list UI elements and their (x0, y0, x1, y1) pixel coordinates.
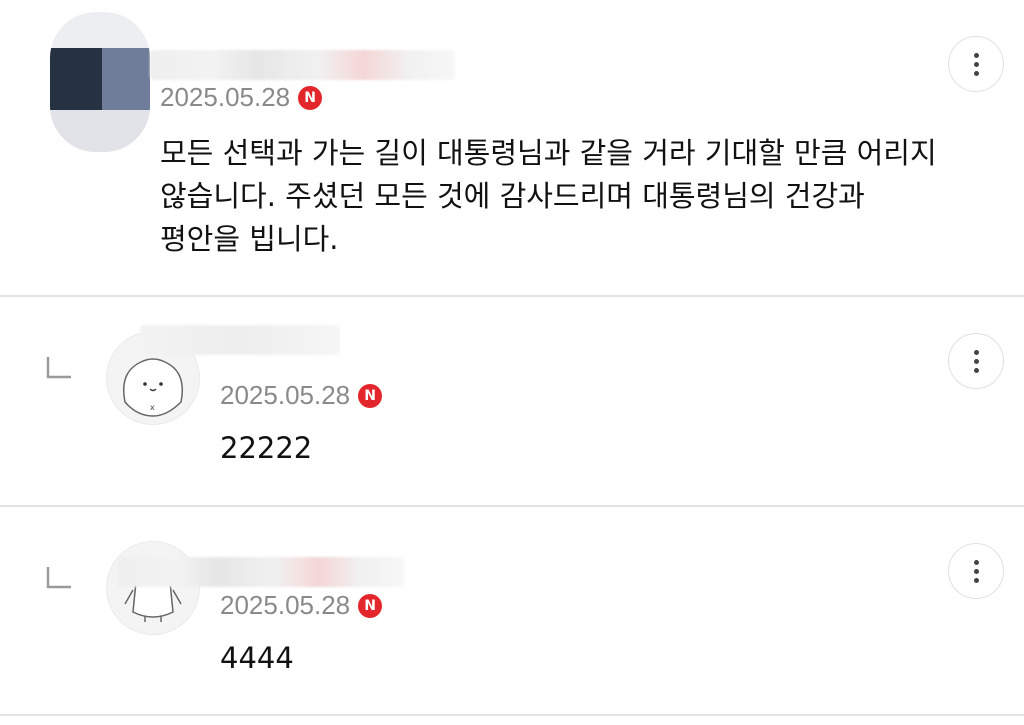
comment-line: 않습니다. 주셨던 모든 것에 감사드리며 대통령님의 건강과 (160, 179, 865, 213)
date-text: 2025.05.28 (220, 380, 351, 410)
comment-date: 2025.05.28 N (220, 590, 383, 621)
date-text: 2025.05.28 (220, 590, 351, 620)
more-options-button[interactable] (948, 543, 1004, 599)
reply-arrow-icon (46, 567, 71, 589)
comment-text: 4444 (220, 637, 294, 680)
comment-line: 22222 (220, 431, 313, 465)
reply-comment-item: x 2025.05.28 N 22222 (0, 297, 1024, 505)
new-badge-icon: N (358, 593, 383, 618)
comment-text: 22222 (220, 427, 312, 470)
reply-arrow-icon (46, 357, 71, 379)
more-vertical-icon (973, 349, 979, 355)
comment-line: 모든 선택과 가는 길이 대통령님과 같을 거라 기대할 만큼 어리지 (160, 136, 937, 170)
avatar[interactable] (50, 12, 150, 152)
more-vertical-icon (973, 52, 979, 58)
divider (0, 714, 1024, 716)
svg-text:x: x (150, 403, 155, 412)
new-badge-icon: N (358, 383, 383, 408)
comment-date: 2025.05.28 N (220, 380, 383, 411)
new-badge-icon: N (298, 85, 323, 110)
nickname-redacted (140, 325, 340, 355)
nickname-redacted (150, 50, 455, 80)
date-text: 2025.05.28 (160, 82, 291, 112)
nickname-redacted (118, 557, 404, 587)
more-options-button[interactable] (948, 36, 1004, 92)
comment-date: 2025.05.28 N (160, 82, 323, 113)
character-icon (124, 565, 182, 622)
more-options-button[interactable] (948, 333, 1004, 389)
comment-line: 4444 (220, 641, 294, 675)
comment-item: 2025.05.28 N 모든 선택과 가는 길이 대통령님과 같을 거라 기대… (0, 0, 1024, 295)
comment-text: 모든 선택과 가는 길이 대통령님과 같을 거라 기대할 만큼 어리지 않습니다… (160, 132, 937, 261)
comment-line: 평안을 빕니다. (160, 222, 339, 256)
more-vertical-icon (973, 559, 979, 565)
reply-comment-item: 2025.05.28 N 4444 (0, 507, 1024, 715)
avatar[interactable] (106, 541, 200, 635)
